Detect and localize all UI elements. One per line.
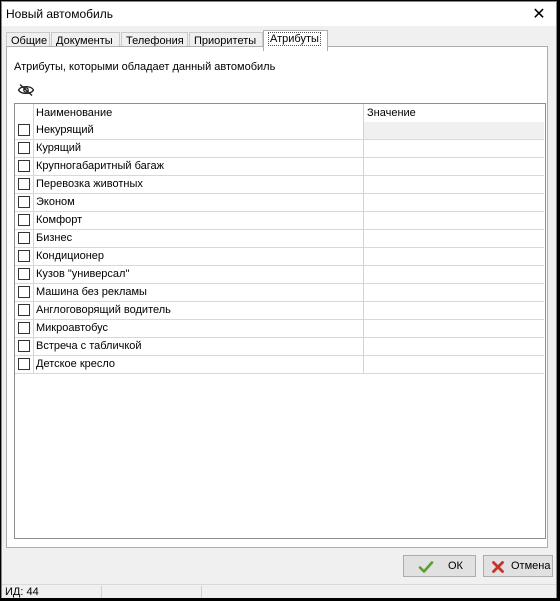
row-checkbox[interactable] [18, 196, 30, 208]
attribute-name: Перевозка животных [36, 178, 143, 190]
attribute-value[interactable] [364, 302, 544, 319]
status-bar: ИД: 44 [2, 584, 556, 598]
status-divider [201, 586, 202, 598]
attribute-value[interactable] [364, 266, 544, 283]
ok-button[interactable]: ОК [403, 555, 476, 577]
table-row[interactable]: Машина без рекламы [15, 284, 544, 302]
attribute-value[interactable] [364, 338, 544, 355]
table-row[interactable]: Англоговорящий водитель [15, 302, 544, 320]
attribute-value[interactable] [364, 140, 544, 157]
table-row[interactable]: Крупногабаритный багаж [15, 158, 544, 176]
attribute-value[interactable] [364, 320, 544, 337]
record-id: ИД: 44 [5, 586, 39, 598]
attributes-grid[interactable]: Наименование Значение Некурящий Курящий [14, 103, 546, 539]
attribute-value[interactable] [364, 212, 544, 229]
row-checkbox[interactable] [18, 178, 30, 190]
column-header-name[interactable]: Наименование [36, 107, 112, 119]
table-row[interactable]: Комфорт [15, 212, 544, 230]
table-row[interactable]: Микроавтобус [15, 320, 544, 338]
attribute-value[interactable] [364, 176, 544, 193]
table-row[interactable]: Перевозка животных [15, 176, 544, 194]
attribute-name: Кондиционер [36, 250, 105, 262]
eye-slash-icon[interactable] [17, 83, 35, 97]
attribute-value[interactable] [364, 230, 544, 247]
ok-button-label: ОК [448, 560, 463, 572]
attribute-name: Крупногабаритный багаж [36, 160, 164, 172]
attribute-name: Эконом [36, 196, 75, 208]
dialog-body: Общие Документы Телефония Приоритеты Атр… [2, 26, 556, 584]
row-checkbox[interactable] [18, 322, 30, 334]
row-checkbox[interactable] [18, 214, 30, 226]
table-row[interactable]: Некурящий [15, 122, 544, 140]
attribute-value[interactable] [364, 122, 544, 139]
attribute-value[interactable] [364, 158, 544, 175]
table-row[interactable]: Кондиционер [15, 248, 544, 266]
attribute-name: Англоговорящий водитель [36, 304, 171, 316]
table-row[interactable]: Детское кресло [15, 356, 544, 374]
row-checkbox[interactable] [18, 304, 30, 316]
table-row[interactable]: Кузов "универсал" [15, 266, 544, 284]
attribute-name: Комфорт [36, 214, 83, 226]
cancel-button[interactable]: Отмена [483, 555, 553, 577]
cross-icon [492, 561, 504, 573]
row-checkbox[interactable] [18, 250, 30, 262]
column-header-value[interactable]: Значение [367, 107, 416, 119]
checkmark-icon [418, 561, 434, 573]
grid-header: Наименование Значение [15, 104, 545, 122]
attribute-name: Микроавтобус [36, 322, 109, 334]
attribute-name: Бизнес [36, 232, 73, 244]
table-row[interactable]: Эконом [15, 194, 544, 212]
tab-attributes[interactable]: Атрибуты [263, 30, 328, 51]
status-divider [101, 586, 102, 598]
cancel-button-label: Отмена [511, 560, 551, 572]
attribute-name: Детское кресло [36, 358, 116, 370]
row-checkbox[interactable] [18, 142, 30, 154]
row-checkbox[interactable] [18, 340, 30, 352]
title-bar[interactable]: Новый автомобиль ✕ [2, 2, 556, 26]
attribute-name: Кузов "универсал" [36, 268, 130, 280]
attribute-value[interactable] [364, 194, 544, 211]
row-checkbox[interactable] [18, 358, 30, 370]
row-checkbox[interactable] [18, 268, 30, 280]
panel-description: Атрибуты, которыми обладает данный автом… [14, 61, 276, 73]
row-checkbox[interactable] [18, 124, 30, 136]
attribute-name: Встреча с табличкой [36, 340, 142, 352]
table-row[interactable]: Бизнес [15, 230, 544, 248]
attribute-name: Курящий [36, 142, 82, 154]
close-icon[interactable]: ✕ [530, 5, 548, 23]
row-checkbox[interactable] [18, 232, 30, 244]
attribute-value[interactable] [364, 356, 544, 373]
attribute-name: Некурящий [36, 124, 94, 136]
attribute-value[interactable] [364, 284, 544, 301]
attribute-value[interactable] [364, 248, 544, 265]
dialog-window: Новый автомобиль ✕ Общие Документы Телеф… [1, 1, 557, 598]
table-row[interactable]: Курящий [15, 140, 544, 158]
row-checkbox[interactable] [18, 286, 30, 298]
table-row[interactable]: Встреча с табличкой [15, 338, 544, 356]
window-title: Новый автомобиль [6, 7, 113, 21]
attribute-name: Машина без рекламы [36, 286, 147, 298]
row-checkbox[interactable] [18, 160, 30, 172]
attributes-panel: Атрибуты, которыми обладает данный автом… [6, 46, 548, 548]
